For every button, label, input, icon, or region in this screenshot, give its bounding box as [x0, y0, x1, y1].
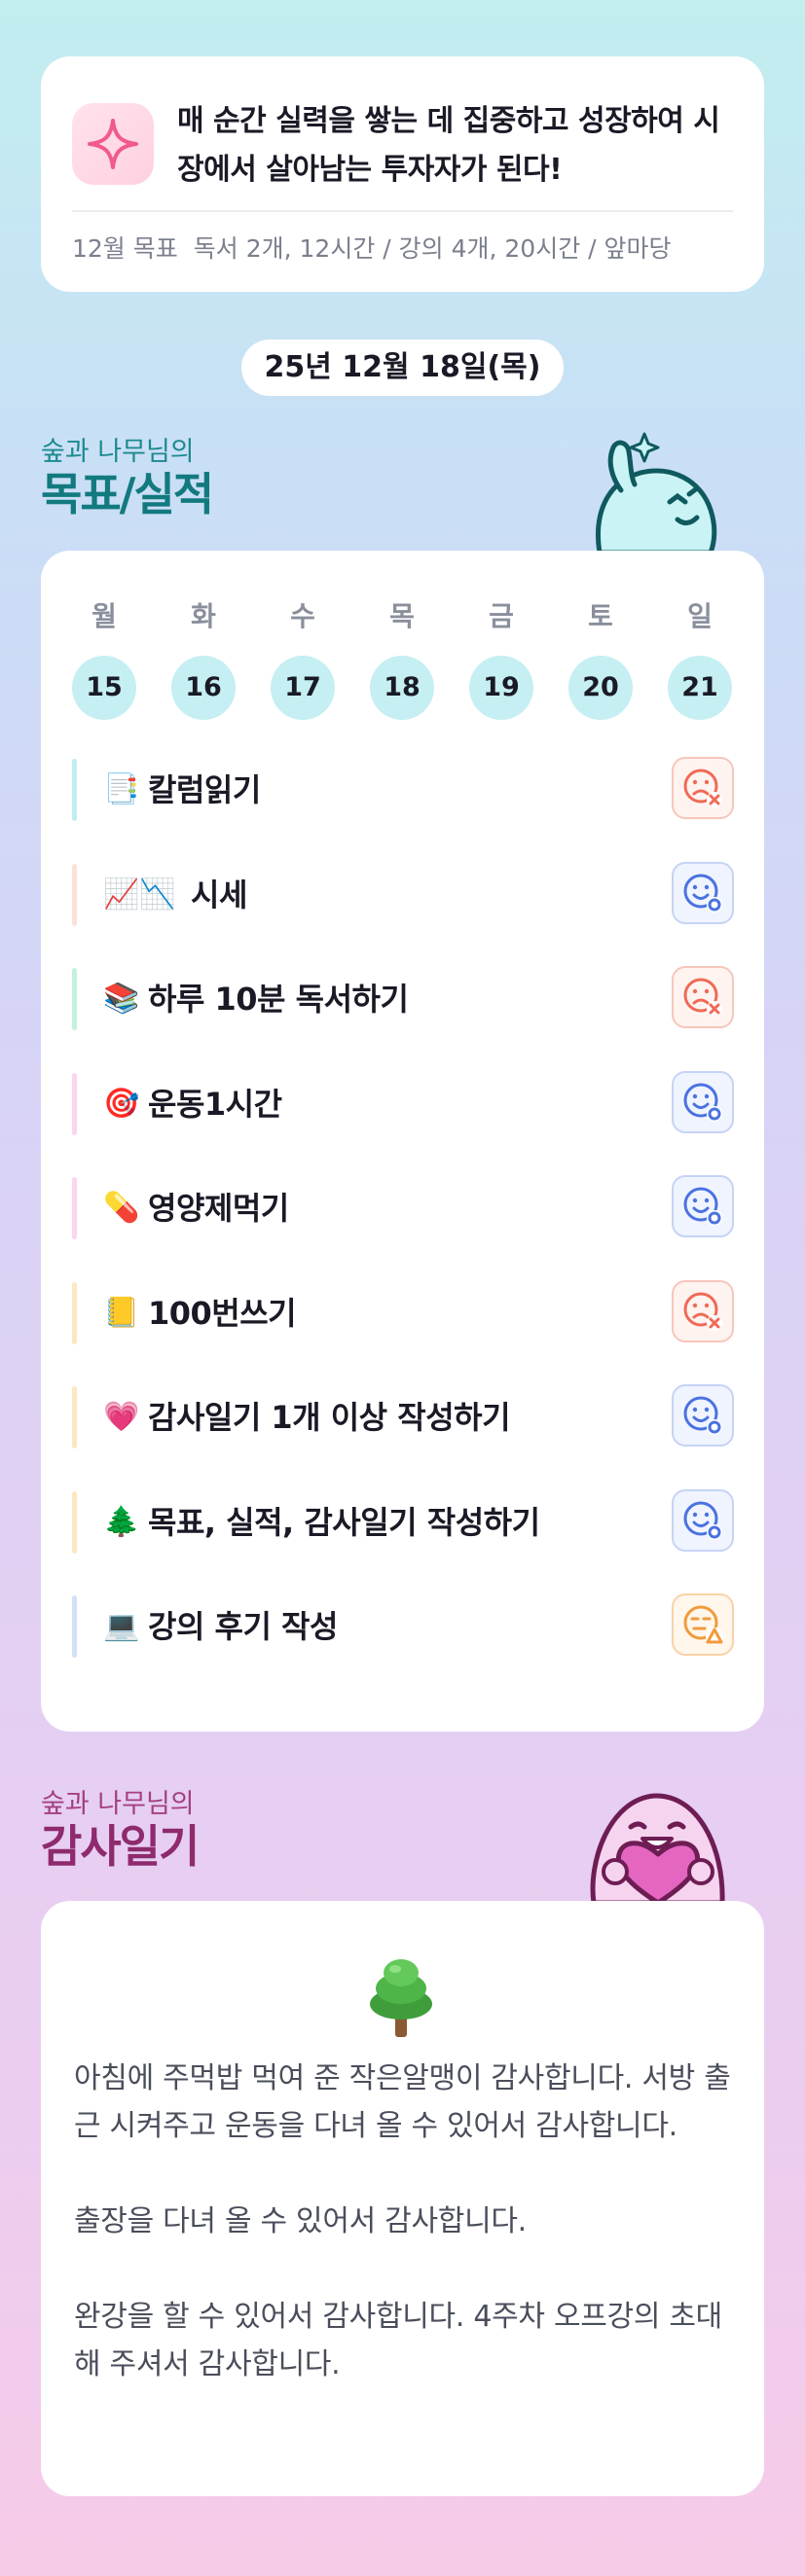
- weekday-label: 목: [389, 600, 415, 632]
- goal-emoji-icon: 📑: [103, 772, 140, 806]
- goal-emoji-icon: 🎯: [103, 1086, 140, 1121]
- goals-card: 월 화 수 목 금 토 일 15 16 17 18 19 20 21 📑 칼럼읽기…: [41, 551, 764, 1732]
- goal-color-bar: [72, 1072, 77, 1135]
- goal-label: 영양제먹기: [148, 1190, 289, 1227]
- monthly-goal: 12월 목표 독서 2개, 12시간 / 강의 4개, 20시간 / 앞마당: [72, 230, 733, 268]
- date-pill: 25년 12월 18일(목): [241, 340, 564, 396]
- goal-row[interactable]: 📑 칼럼읽기: [72, 757, 734, 823]
- goals-section-title: 목표/실적: [41, 468, 214, 520]
- goal-color-bar: [72, 1490, 77, 1554]
- goal-statement: 매 순간 실력을 쌓는 데 집중하고 성장하여 시장에서 살아남는 투자자가 된…: [177, 104, 720, 187]
- smile-face-check-icon[interactable]: [672, 1070, 734, 1133]
- mascot-heart: [580, 1778, 736, 1907]
- goal-color-bar: [72, 968, 77, 1030]
- monthly-goal-text: 독서 2개, 12시간 / 강의 4개, 20시간 / 앞마당: [193, 234, 672, 263]
- neutral-face-warning-icon[interactable]: [672, 1593, 734, 1656]
- monthly-goal-label: 12월 목표: [72, 234, 178, 263]
- goal-color-bar: [72, 863, 77, 926]
- date-circle[interactable]: 15: [72, 656, 136, 720]
- gratitude-section-title: 감사일기: [41, 1820, 200, 1873]
- weekday-label: 금: [489, 600, 514, 632]
- mascot-cheering: [580, 426, 736, 556]
- gratitude-paragraph: 완강을 할 수 있어서 감사합니다. 4주차 오프강의 초대 해 주셔서 감사합…: [74, 2300, 722, 2381]
- goal-emoji-icon: 💻: [103, 1609, 140, 1643]
- goal-color-bar: [72, 1595, 77, 1658]
- goal-color-bar: [72, 1281, 77, 1344]
- goal-row[interactable]: 💻 강의 후기 작성: [72, 1593, 734, 1660]
- goal-color-bar: [72, 1177, 77, 1239]
- goal-label: 시세: [191, 876, 247, 913]
- goal-emoji-icon: 🌲: [103, 1504, 140, 1539]
- date-circle[interactable]: 17: [271, 656, 335, 720]
- weekday-label: 토: [588, 600, 613, 632]
- goal-label: 100번쓰기: [148, 1294, 297, 1332]
- date-circle[interactable]: 16: [171, 656, 236, 720]
- sad-face-x-icon[interactable]: [672, 966, 734, 1028]
- goal-emoji-icon: 💊: [103, 1191, 140, 1225]
- goal-row[interactable]: 📚 하루 10분 독서하기: [72, 966, 734, 1032]
- goal-statement-card: 매 순간 실력을 쌓는 데 집중하고 성장하여 시장에서 살아남는 투자자가 된…: [41, 56, 764, 292]
- smile-face-check-icon[interactable]: [672, 1384, 734, 1447]
- goal-label: 목표, 실적, 감사일기 작성하기: [148, 1503, 540, 1541]
- gratitude-paragraph: 아침에 주먹밥 먹여 준 작은알맹이 감사합니다. 서방 출근 시켜주고 운동을…: [74, 2061, 731, 2143]
- sad-face-x-icon[interactable]: [672, 1279, 734, 1342]
- tree-icon: [364, 1951, 438, 2043]
- goal-row[interactable]: 🎯 운동1시간: [72, 1070, 734, 1137]
- weekday-label: 수: [290, 600, 315, 632]
- goal-row[interactable]: 💗 감사일기 1개 이상 작성하기: [72, 1384, 734, 1450]
- goal-emoji-icon: 📚: [103, 982, 140, 1016]
- weekday-label: 월: [91, 600, 117, 632]
- date-circle[interactable]: 21: [668, 656, 732, 720]
- goal-emoji-icon: 💗: [103, 1400, 140, 1434]
- goal-label: 강의 후기 작성: [148, 1608, 338, 1645]
- goal-color-bar: [72, 759, 77, 821]
- weekday-label: 일: [687, 600, 713, 632]
- goal-label: 칼럼읽기: [148, 771, 261, 808]
- smile-face-check-icon[interactable]: [672, 861, 734, 924]
- date-circle[interactable]: 19: [469, 656, 533, 720]
- goal-row[interactable]: 📈📉 시세: [72, 861, 734, 928]
- goal-row[interactable]: 💊 영양제먹기: [72, 1175, 734, 1241]
- smile-face-check-icon[interactable]: [672, 1175, 734, 1237]
- goal-color-bar: [72, 1386, 77, 1449]
- date-circle[interactable]: 18: [370, 656, 434, 720]
- goal-label: 감사일기 1개 이상 작성하기: [148, 1399, 511, 1436]
- divider: [72, 210, 733, 212]
- goal-emoji-icon: 📒: [103, 1295, 140, 1330]
- gratitude-card: 아침에 주먹밥 먹여 준 작은알맹이 감사합니다. 서방 출근 시켜주고 운동을…: [41, 1901, 764, 2496]
- smile-face-check-icon[interactable]: [672, 1488, 734, 1552]
- goal-label: 하루 10분 독서하기: [148, 981, 409, 1018]
- gratitude-paragraph: 출장을 다녀 올 수 있어서 감사합니다.: [74, 2204, 527, 2238]
- goal-emoji-icon: 📈📉: [103, 877, 176, 912]
- date-circle[interactable]: 20: [568, 656, 633, 720]
- sad-face-x-icon[interactable]: [672, 757, 734, 819]
- gratitude-text: 아침에 주먹밥 먹여 준 작은알맹이 감사합니다. 서방 출근 시켜주고 운동을…: [74, 2055, 736, 2436]
- sparkle-icon: [72, 103, 154, 185]
- goal-row[interactable]: 🌲 목표, 실적, 감사일기 작성하기: [72, 1488, 734, 1556]
- goal-label: 운동1시간: [148, 1085, 282, 1123]
- weekday-label: 화: [191, 600, 216, 632]
- goal-row[interactable]: 📒 100번쓰기: [72, 1279, 734, 1346]
